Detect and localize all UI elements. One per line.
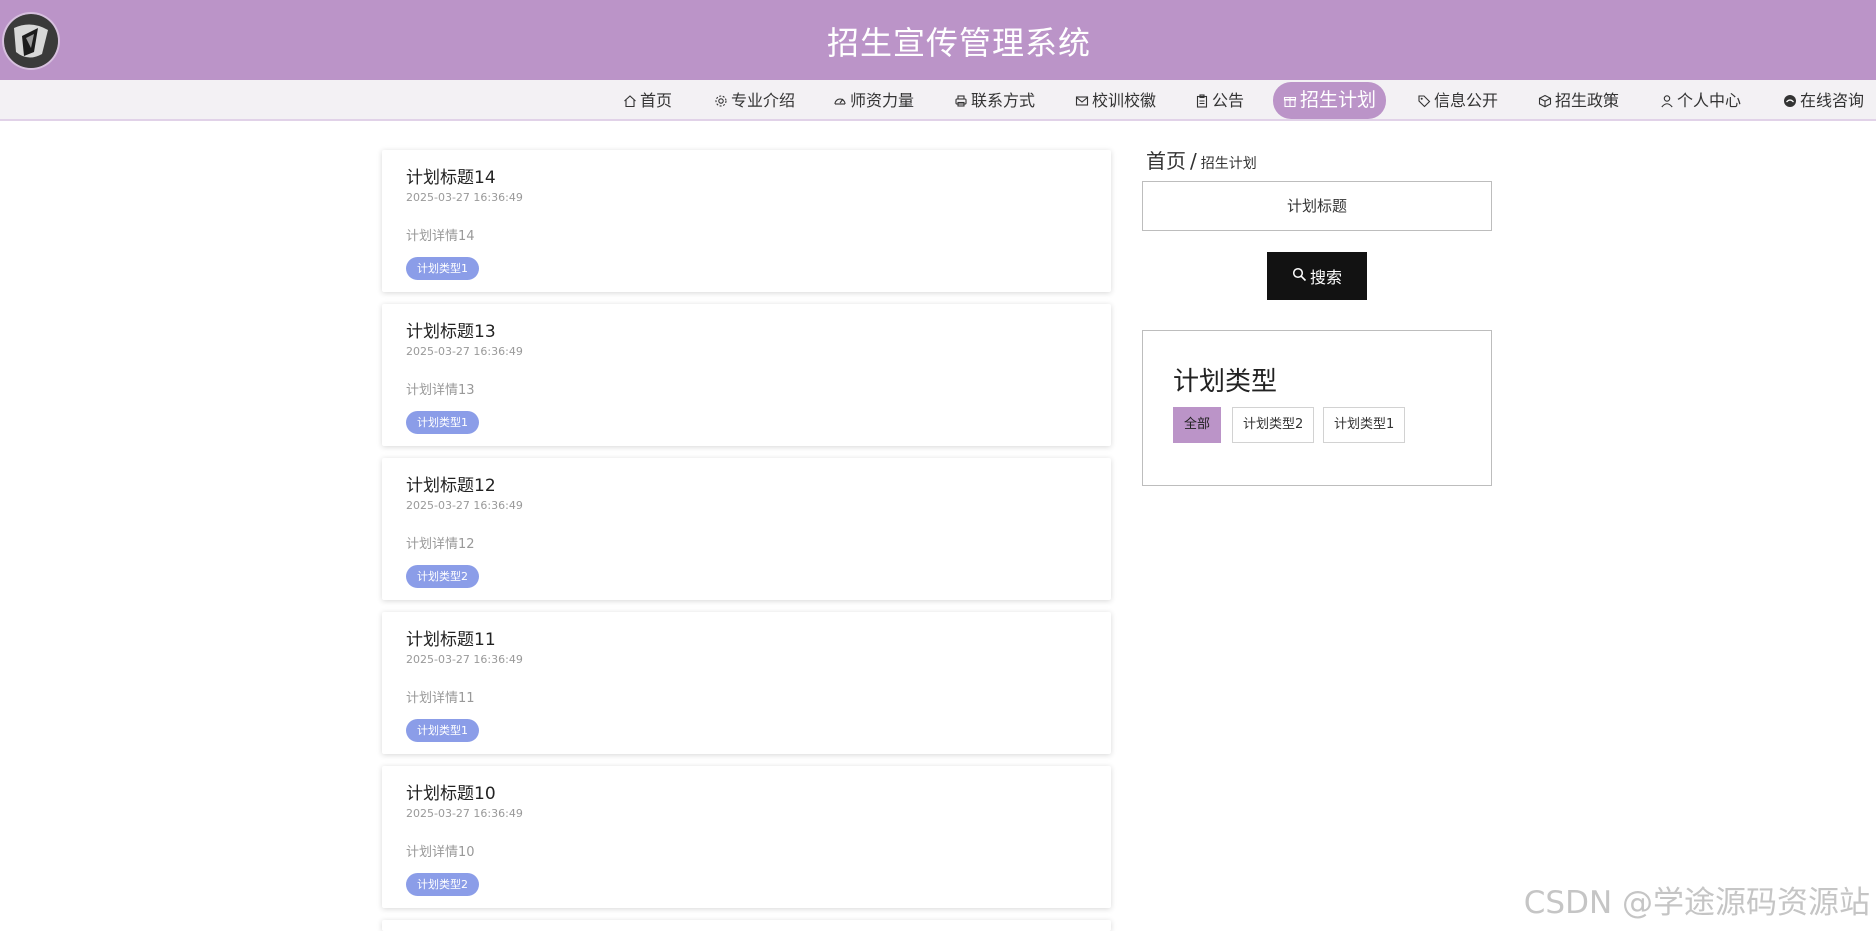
nav-label: 招生计划 <box>1300 89 1377 111</box>
nav-item-consult[interactable]: 在线咨询 <box>1783 88 1864 114</box>
plan-time: 2025-03-27 16:36:49 <box>406 807 523 820</box>
nav-label: 在线咨询 <box>1800 91 1865 110</box>
plan-title: 计划标题10 <box>406 784 496 804</box>
plan-time: 2025-03-27 16:36:49 <box>406 653 523 666</box>
nav-item-motto[interactable]: 校训校徽 <box>1075 88 1156 114</box>
nav-label: 公告 <box>1212 91 1245 110</box>
dashboard-icon <box>833 94 847 108</box>
plan-detail: 计划详情12 <box>406 537 475 552</box>
plan-card[interactable]: 计划标题10 2025-03-27 16:36:49 计划详情10 计划类型2 <box>382 766 1111 908</box>
plan-time: 2025-03-27 16:36:49 <box>406 499 523 512</box>
nav-item-majors[interactable]: 专业介绍 <box>714 88 795 114</box>
search-button[interactable]: 搜索 <box>1267 252 1367 300</box>
plan-title: 计划标题14 <box>406 168 496 188</box>
plan-time: 2025-03-27 16:36:49 <box>406 191 523 204</box>
nav-item-faculty[interactable]: 师资力量 <box>833 88 914 114</box>
plan-detail: 计划详情11 <box>406 691 475 706</box>
main-nav: 首页 专业介绍 师资力量 联系方式 校训校徽 公告 招生计划 信息公开 招生政策… <box>0 80 1876 121</box>
nav-item-policy[interactable]: 招生政策 <box>1538 88 1619 114</box>
chat-icon <box>1783 94 1797 108</box>
search-icon <box>1292 267 1307 286</box>
user-icon <box>1660 94 1674 108</box>
watermark: CSDN @学途源码资源站 <box>1523 885 1870 921</box>
type-filter-panel: 计划类型 全部 计划类型2 计划类型1 <box>1142 330 1492 486</box>
home-icon <box>623 94 637 108</box>
type-filter-all[interactable]: 全部 <box>1173 407 1222 443</box>
nav-label: 师资力量 <box>850 91 915 110</box>
breadcrumb-separator: / <box>1190 149 1197 173</box>
plan-type-tag: 计划类型1 <box>406 719 479 742</box>
nav-item-contact[interactable]: 联系方式 <box>954 88 1035 114</box>
plan-card-partial[interactable] <box>382 920 1111 931</box>
plan-type-tag: 计划类型2 <box>406 873 479 896</box>
plan-card[interactable]: 计划标题14 2025-03-27 16:36:49 计划详情14 计划类型1 <box>382 150 1111 292</box>
plan-type-tag: 计划类型1 <box>406 411 479 434</box>
nav-item-user-center[interactable]: 个人中心 <box>1660 88 1741 114</box>
plan-time: 2025-03-27 16:36:49 <box>406 345 523 358</box>
plan-card[interactable]: 计划标题13 2025-03-27 16:36:49 计划详情13 计划类型1 <box>382 304 1111 446</box>
nav-label: 专业介绍 <box>731 91 796 110</box>
nav-item-notice[interactable]: 公告 <box>1195 88 1244 114</box>
mail-icon <box>1075 94 1089 108</box>
search-input[interactable] <box>1142 181 1492 231</box>
plan-type-tag: 计划类型2 <box>406 565 479 588</box>
breadcrumb: 首页 / 招生计划 <box>1146 145 1257 174</box>
search-button-label: 搜索 <box>1309 268 1342 287</box>
type-filter-title: 计划类型 <box>1173 367 1278 397</box>
site-title: 招生宣传管理系统 <box>826 24 1091 62</box>
plan-detail: 计划详情10 <box>406 845 475 860</box>
nav-label: 首页 <box>640 91 673 110</box>
tag-icon <box>1417 94 1431 108</box>
plan-title: 计划标题12 <box>406 476 496 496</box>
plan-title: 计划标题11 <box>406 630 496 650</box>
nav-label: 招生政策 <box>1555 91 1620 110</box>
plan-card[interactable]: 计划标题12 2025-03-27 16:36:49 计划详情12 计划类型2 <box>382 458 1111 600</box>
type-filter-option[interactable]: 计划类型2 <box>1232 407 1315 443</box>
header-bar: 招生宣传管理系统 <box>0 0 1876 80</box>
printer-icon <box>954 94 968 108</box>
gift-icon <box>1283 94 1297 108</box>
plan-type-tag: 计划类型1 <box>406 257 479 280</box>
nav-label: 个人中心 <box>1677 91 1742 110</box>
nav-label: 信息公开 <box>1434 91 1499 110</box>
plan-card[interactable]: 计划标题11 2025-03-27 16:36:49 计划详情11 计划类型1 <box>382 612 1111 754</box>
breadcrumb-home[interactable]: 首页 <box>1146 149 1186 173</box>
nav-label: 联系方式 <box>971 91 1036 110</box>
plan-title: 计划标题13 <box>406 322 496 342</box>
breadcrumb-current: 招生计划 <box>1200 156 1257 172</box>
nav-item-info-disclosure[interactable]: 信息公开 <box>1417 88 1498 114</box>
box-icon <box>1538 94 1552 108</box>
type-filter-option[interactable]: 计划类型1 <box>1323 407 1406 443</box>
nav-item-admission-plan[interactable]: 招生计划 <box>1273 82 1387 119</box>
clipboard-icon <box>1195 94 1209 108</box>
plan-detail: 计划详情14 <box>406 229 475 244</box>
nav-item-home[interactable]: 首页 <box>623 88 672 114</box>
nav-label: 校训校徽 <box>1092 91 1157 110</box>
plan-detail: 计划详情13 <box>406 383 475 398</box>
gear-icon <box>714 94 728 108</box>
